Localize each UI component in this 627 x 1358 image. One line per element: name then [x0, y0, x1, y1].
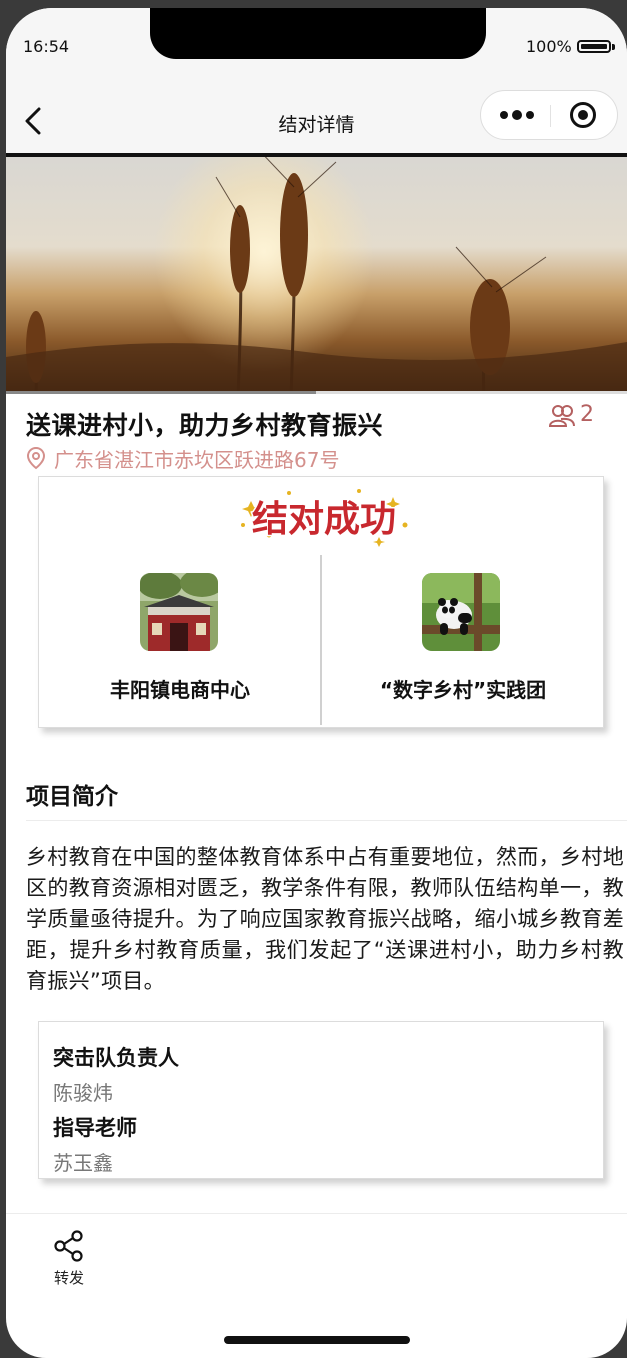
nav-bar: 结对详情	[6, 90, 627, 153]
battery-tip	[612, 44, 615, 50]
notch	[150, 8, 486, 59]
party-left-name: 丰阳镇电商中心	[110, 678, 250, 702]
pairing-card: 结对成功 丰阳镇电商中心 “数字乡村”实践团	[38, 476, 604, 728]
people-icon	[549, 405, 575, 427]
more-dots-icon[interactable]	[499, 107, 535, 123]
panda-photo[interactable]	[422, 573, 500, 651]
location-pin-icon	[26, 446, 46, 470]
building-photo[interactable]	[140, 573, 218, 651]
party-right-name: “数字乡村”实践团	[379, 678, 547, 702]
capsule-divider	[550, 105, 551, 127]
leader-role: 突击队负责人	[53, 1046, 179, 1070]
status-time: 16:54	[23, 37, 70, 56]
footer-divider	[6, 1213, 627, 1214]
intro-heading: 项目简介	[26, 784, 118, 810]
target-circle-icon[interactable]	[569, 101, 597, 129]
battery-percent: 100%	[526, 37, 572, 56]
intro-body: 乡村教育在中国的整体教育体系中占有重要地位，然而，乡村地区的教育资源相对匮乏，教…	[26, 845, 624, 993]
leader-name: 陈骏炜	[53, 1081, 113, 1105]
miniprogram-capsule	[480, 90, 618, 140]
project-title: 送课进村小，助力乡村教育振兴	[26, 411, 384, 440]
people-card: 突击队负责人 陈骏炜 指导老师 苏玉鑫	[38, 1021, 604, 1179]
teacher-name: 苏玉鑫	[53, 1151, 113, 1175]
share-icon	[54, 1230, 83, 1262]
member-count: 2	[580, 402, 594, 427]
status-bar: 16:54 100%	[6, 8, 627, 90]
project-address: 广东省湛江市赤坎区跃进路67号	[54, 448, 340, 472]
home-indicator	[224, 1336, 410, 1344]
battery-icon	[577, 40, 611, 53]
teacher-role: 指导老师	[53, 1116, 137, 1140]
pairing-success-badge: 结对成功	[241, 489, 408, 547]
badge-text: 结对成功	[252, 499, 396, 540]
hero-progress-bar	[6, 391, 627, 394]
wheat-illustration	[6, 157, 627, 393]
phone-screen: 16:54 100% 结对详情 送课进村小，助力乡村教育振兴 2 广东省湛江市赤…	[6, 8, 627, 1358]
share-label: 转发	[53, 1269, 84, 1287]
hero-image[interactable]	[6, 153, 627, 393]
section-divider	[26, 820, 627, 821]
